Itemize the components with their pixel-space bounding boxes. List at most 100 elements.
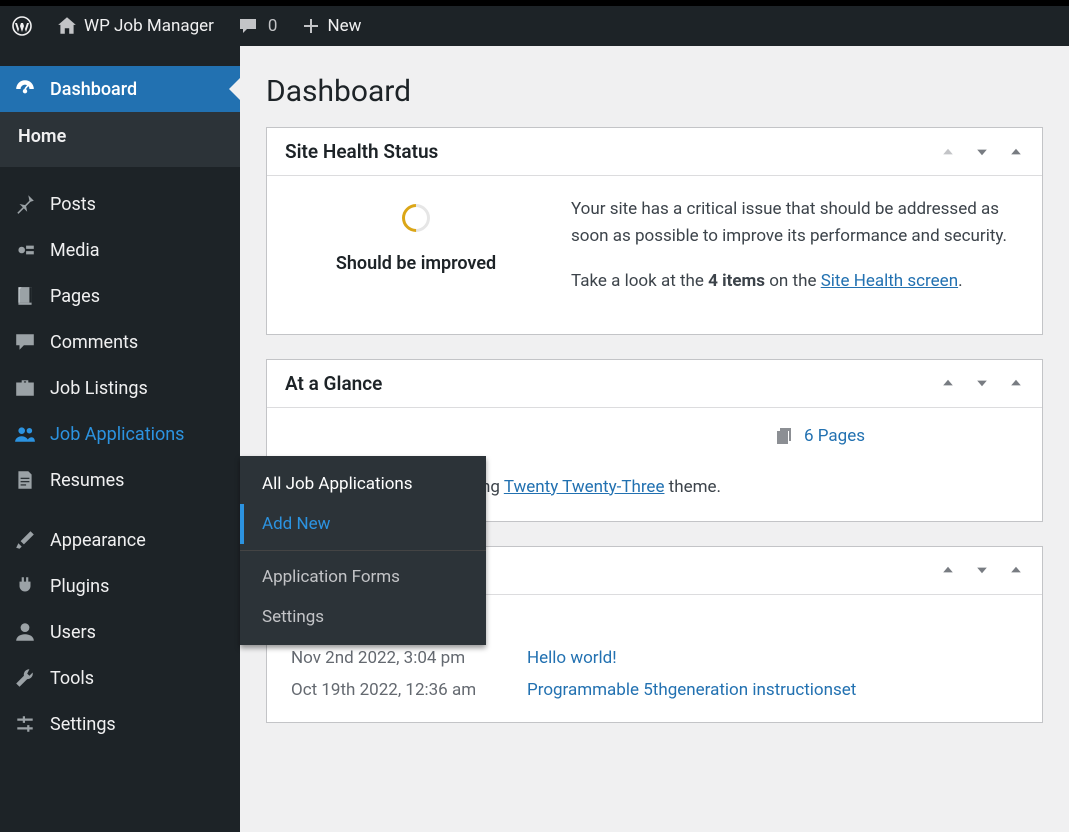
sidebar-item-dashboard[interactable]: Dashboard [0, 66, 240, 112]
user-icon [14, 621, 36, 643]
sidebar-item-appearance[interactable]: Appearance [0, 517, 240, 563]
activity-date: Oct 19th 2022, 12:36 am [291, 680, 527, 700]
comment-icon [14, 331, 36, 353]
sidebar-separator [0, 503, 240, 517]
wp-logo[interactable] [0, 6, 44, 46]
sidebar-item-media[interactable]: Media [0, 227, 240, 273]
sidebar-item-job-applications[interactable]: Job Applications [0, 411, 240, 457]
sidebar-item-tools[interactable]: Tools [0, 655, 240, 701]
flyout-item-settings[interactable]: Settings [240, 597, 486, 637]
triangle-up-icon[interactable] [1008, 375, 1024, 391]
health-status-label: Should be improved [291, 250, 541, 279]
flyout-item-label: All Job Applications [262, 474, 413, 494]
users-icon [14, 423, 36, 445]
flyout-item-label: Settings [262, 607, 324, 627]
theme-link[interactable]: Twenty Twenty-Three [504, 477, 665, 497]
progress-ring-icon [396, 198, 436, 238]
document-icon [14, 469, 36, 491]
plus-icon [301, 16, 321, 36]
sidebar-item-label: Job Listings [50, 378, 148, 399]
health-status-indicator: Should be improved [291, 196, 541, 314]
pin-icon [14, 193, 36, 215]
flyout-item-forms[interactable]: Application Forms [240, 557, 486, 597]
sidebar-item-label: Plugins [50, 576, 109, 597]
sidebar-item-label: Comments [50, 332, 138, 353]
sidebar-item-pages[interactable]: Pages [0, 273, 240, 319]
chevron-down-icon[interactable] [974, 562, 990, 578]
sidebar-item-job-listings[interactable]: Job Listings [0, 365, 240, 411]
pages-icon [774, 426, 794, 446]
sidebar-item-resumes[interactable]: Resumes [0, 457, 240, 503]
admin-sidebar: Dashboard Home Posts Media Pages Comment… [0, 46, 240, 832]
widget-header: At a Glance [267, 360, 1042, 408]
brush-icon [14, 529, 36, 551]
sidebar-item-label: Resumes [50, 470, 124, 491]
flyout-item-add-new[interactable]: Add New [240, 504, 486, 544]
widget-actions [940, 375, 1024, 391]
plug-icon [14, 575, 36, 597]
sidebar-item-label: Users [50, 622, 96, 643]
sidebar-item-label: Posts [50, 194, 96, 215]
admin-toolbar: WP Job Manager 0 New [0, 0, 1069, 46]
widget-title: At a Glance [285, 372, 382, 395]
comment-icon [238, 16, 258, 36]
sidebar-item-posts[interactable]: Posts [0, 181, 240, 227]
site-name[interactable]: WP Job Manager [44, 6, 226, 46]
activity-row: Oct 19th 2022, 12:36 am Programmable 5th… [291, 674, 1018, 706]
main-content: Dashboard Site Health Status Should be i… [240, 46, 1069, 832]
widget-site-health: Site Health Status Should be improved Yo… [266, 127, 1043, 335]
sidebar-item-plugins[interactable]: Plugins [0, 563, 240, 609]
chevron-up-icon[interactable] [940, 375, 956, 391]
activity-date: Nov 2nd 2022, 3:04 pm [291, 648, 527, 668]
triangle-up-icon[interactable] [1008, 562, 1024, 578]
briefcase-icon [14, 377, 36, 399]
media-icon [14, 239, 36, 261]
site-health-link[interactable]: Site Health screen [821, 271, 958, 291]
sidebar-item-users[interactable]: Users [0, 609, 240, 655]
flyout-item-label: Add New [262, 514, 330, 534]
sidebar-item-label: Tools [50, 668, 94, 689]
health-issue-count: 4 items [708, 271, 765, 291]
sidebar-separator [0, 167, 240, 181]
wordpress-icon [12, 16, 32, 36]
home-icon [56, 15, 78, 37]
chevron-down-icon[interactable] [974, 375, 990, 391]
glance-pages[interactable]: 6 Pages [774, 426, 865, 446]
flyout-item-label: Application Forms [262, 567, 400, 587]
health-message: Your site has a critical issue that shou… [571, 196, 1018, 314]
triangle-up-icon[interactable] [1008, 144, 1024, 160]
wrench-icon [14, 667, 36, 689]
widget-actions [940, 144, 1024, 160]
activity-row: Nov 2nd 2022, 3:04 pm Hello world! [291, 642, 1018, 674]
sidebar-item-label: Settings [50, 714, 116, 735]
comments-bubble[interactable]: 0 [226, 6, 290, 46]
sidebar-item-label: Appearance [50, 530, 146, 551]
sidebar-item-label: Media [50, 240, 100, 261]
sidebar-item-label: Job Applications [50, 424, 184, 445]
sliders-icon [14, 713, 36, 735]
activity-post-link[interactable]: Hello world! [527, 648, 617, 668]
widget-header: Site Health Status [267, 128, 1042, 176]
new-label: New [327, 16, 361, 36]
health-cta: Take a look at the 4 items on the Site H… [571, 268, 1018, 295]
health-message-text: Your site has a critical issue that shou… [571, 196, 1018, 250]
sidebar-item-settings[interactable]: Settings [0, 701, 240, 747]
flyout-divider [240, 550, 486, 551]
activity-post-link[interactable]: Programmable 5thgeneration instructionse… [527, 680, 856, 700]
chevron-down-icon[interactable] [974, 144, 990, 160]
widget-title: Site Health Status [285, 140, 438, 163]
page-icon [14, 285, 36, 307]
new-content[interactable]: New [289, 6, 373, 46]
flyout-job-applications: All Job Applications Add New Application… [240, 456, 486, 645]
sidebar-item-comments[interactable]: Comments [0, 319, 240, 365]
sidebar-subitem-home[interactable]: Home [0, 112, 240, 167]
chevron-up-icon[interactable] [940, 562, 956, 578]
chevron-up-icon[interactable] [940, 144, 956, 160]
sidebar-item-label: Pages [50, 286, 100, 307]
glance-pages-label: 6 Pages [804, 426, 865, 446]
sidebar-subitem-label: Home [18, 126, 66, 147]
flyout-item-all[interactable]: All Job Applications [240, 464, 486, 504]
page-title: Dashboard [266, 74, 1043, 109]
gauge-icon [14, 78, 36, 100]
sidebar-item-label: Dashboard [50, 79, 137, 100]
